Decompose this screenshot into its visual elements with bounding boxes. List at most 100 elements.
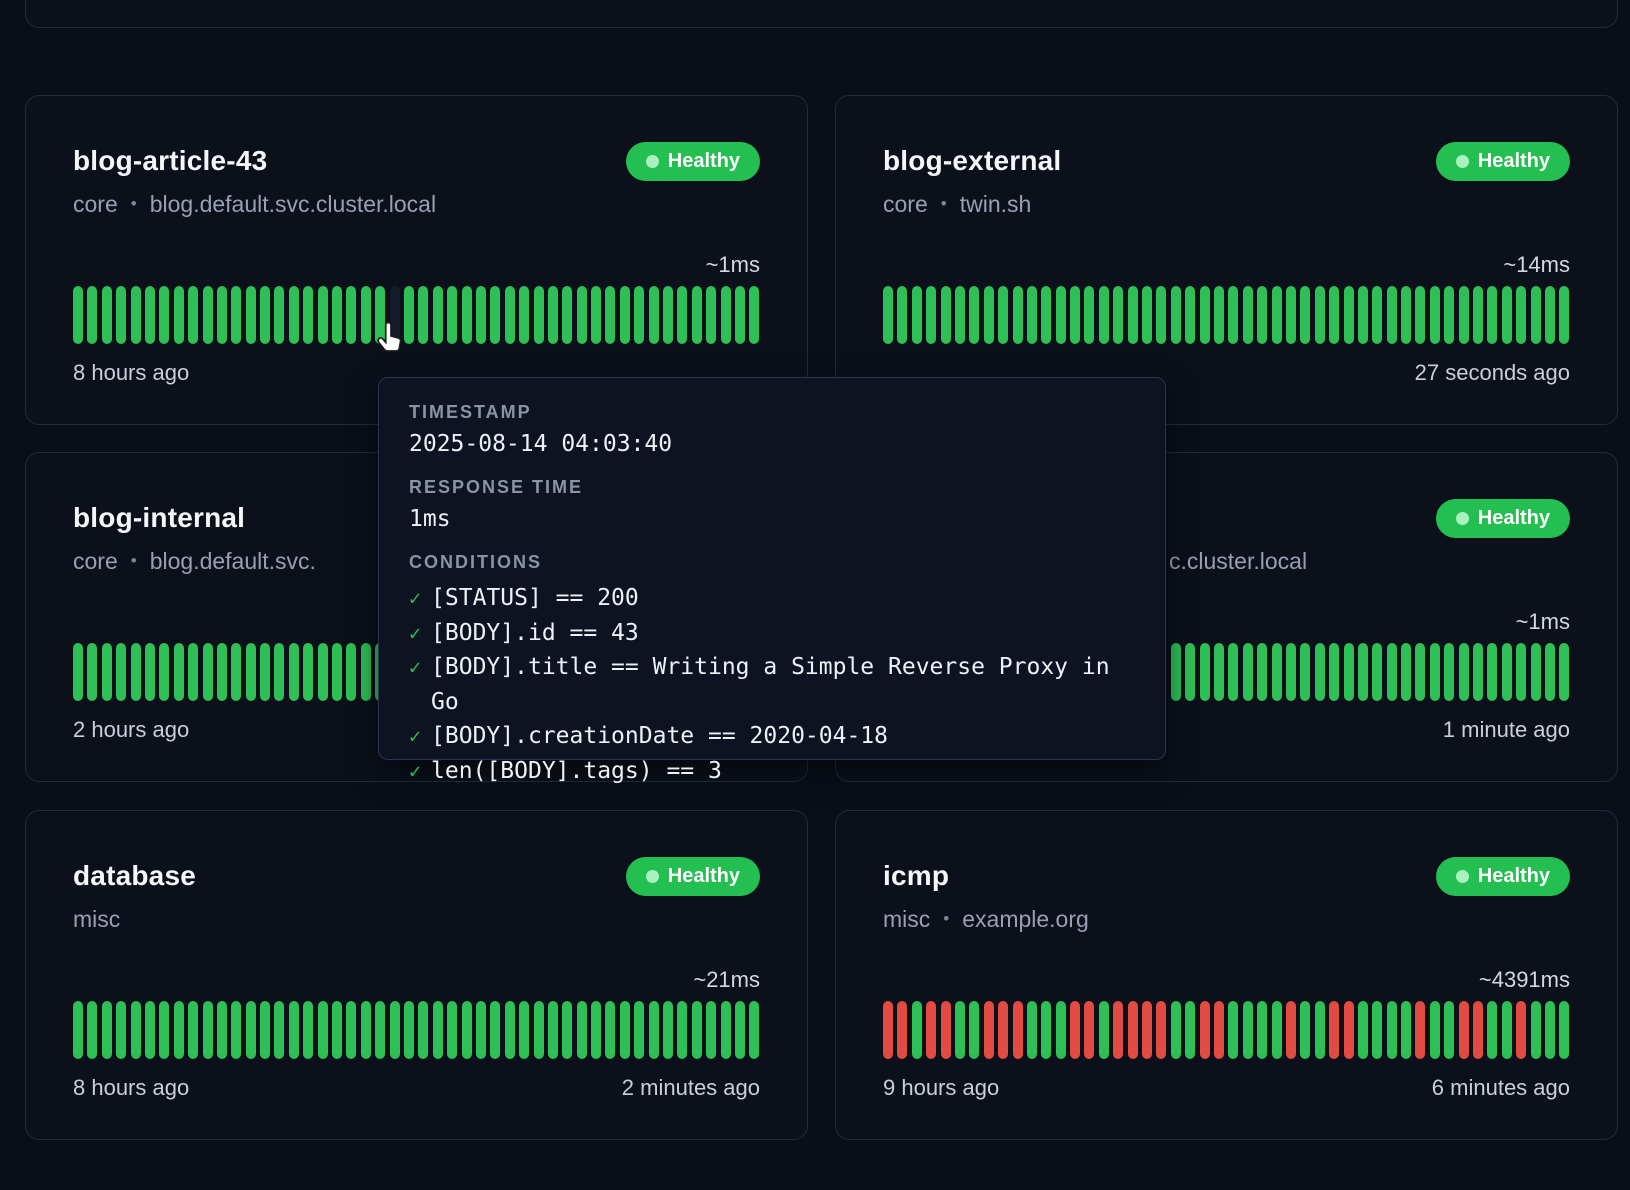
health-bar[interactable] [1286,286,1296,344]
health-bar[interactable] [897,286,907,344]
health-bar[interactable] [332,1001,342,1059]
health-bar[interactable] [174,286,184,344]
health-bar[interactable] [346,286,356,344]
health-bar[interactable] [346,1001,356,1059]
health-bar[interactable] [260,1001,270,1059]
health-bar[interactable] [318,643,328,701]
health-bar[interactable] [1502,643,1512,701]
health-bar[interactable] [1444,1001,1454,1059]
health-bar[interactable] [346,643,356,701]
health-bar[interactable] [1228,1001,1238,1059]
health-bar[interactable] [1473,286,1483,344]
health-bar[interactable] [1531,286,1541,344]
health-bar[interactable] [1243,1001,1253,1059]
health-bar[interactable] [1372,1001,1382,1059]
health-bar[interactable] [883,1001,893,1059]
health-bar[interactable] [289,286,299,344]
health-bar[interactable] [1329,286,1339,344]
health-bar[interactable] [1156,286,1166,344]
health-bar[interactable] [188,643,198,701]
health-bar[interactable] [1387,286,1397,344]
health-bar[interactable] [145,1001,155,1059]
health-bar[interactable] [562,1001,572,1059]
health-bar[interactable] [1171,643,1181,701]
health-bar[interactable] [941,286,951,344]
health-bar[interactable] [318,286,328,344]
health-bar[interactable] [404,1001,414,1059]
health-bar[interactable] [1344,643,1354,701]
health-bar[interactable] [1502,1001,1512,1059]
health-bar[interactable] [188,286,198,344]
service-card-icmp[interactable]: icmp Healthy misc • example.org ~4391ms … [835,810,1618,1140]
health-bar[interactable] [1387,1001,1397,1059]
health-bar[interactable] [203,1001,213,1059]
health-bar[interactable] [984,1001,994,1059]
health-bar[interactable] [1286,643,1296,701]
health-bar[interactable] [926,1001,936,1059]
health-bar[interactable] [102,643,112,701]
health-bar[interactable] [749,286,759,344]
health-bar[interactable] [1128,1001,1138,1059]
health-bar[interactable] [116,643,126,701]
health-bar[interactable] [519,1001,529,1059]
health-bar[interactable] [131,1001,141,1059]
health-bar[interactable] [749,1001,759,1059]
health-bar[interactable] [476,286,486,344]
health-bar[interactable] [926,286,936,344]
health-bar[interactable] [1200,286,1210,344]
health-bar[interactable] [1185,1001,1195,1059]
health-bar[interactable] [332,643,342,701]
health-bar[interactable] [73,643,83,701]
health-bar[interactable] [1545,643,1555,701]
health-bar[interactable] [1358,643,1368,701]
health-bar[interactable] [1415,1001,1425,1059]
health-bar[interactable] [505,1001,515,1059]
health-bar[interactable] [591,1001,601,1059]
service-card-blog-article-43[interactable]: blog-article-43 Healthy core • blog.defa… [25,95,808,425]
health-bar[interactable] [692,286,702,344]
health-bar[interactable] [361,286,371,344]
health-bar[interactable] [1545,1001,1555,1059]
health-bar[interactable] [706,1001,716,1059]
health-bar[interactable] [1185,643,1195,701]
health-bar[interactable] [1329,1001,1339,1059]
health-bar[interactable] [159,1001,169,1059]
health-bar[interactable] [1358,1001,1368,1059]
health-bar[interactable] [1056,1001,1066,1059]
health-bar[interactable] [548,1001,558,1059]
health-bar[interactable] [289,643,299,701]
health-bar[interactable] [246,643,256,701]
health-bar[interactable] [1041,286,1051,344]
health-bar[interactable] [217,286,227,344]
health-bar[interactable] [1128,286,1138,344]
health-bar[interactable] [562,286,572,344]
health-bar[interactable] [73,1001,83,1059]
health-bar[interactable] [897,1001,907,1059]
health-bar[interactable] [1056,286,1066,344]
health-bar[interactable] [217,643,227,701]
health-bar[interactable] [361,643,371,701]
health-bar[interactable] [1084,1001,1094,1059]
health-bar[interactable] [1559,286,1569,344]
health-bar[interactable] [1329,643,1339,701]
health-bar[interactable] [87,1001,97,1059]
health-bar[interactable] [577,286,587,344]
health-bar[interactable] [1084,286,1094,344]
health-bar[interactable] [1113,1001,1123,1059]
health-bar[interactable] [1070,1001,1080,1059]
health-bar[interactable] [1300,643,1310,701]
health-bar[interactable] [591,286,601,344]
health-bar[interactable] [1243,286,1253,344]
health-bar[interactable] [1444,286,1454,344]
health-bar[interactable] [1487,1001,1497,1059]
health-bar[interactable] [1200,1001,1210,1059]
health-bar[interactable] [1156,1001,1166,1059]
service-card-blog-external[interactable]: blog-external Healthy core • twin.sh ~14… [835,95,1618,425]
health-bar[interactable] [174,643,184,701]
health-bar[interactable] [519,286,529,344]
health-bar[interactable] [447,1001,457,1059]
health-bar[interactable] [131,286,141,344]
health-bar[interactable] [1387,643,1397,701]
health-bar[interactable] [1214,286,1224,344]
health-bar[interactable] [246,1001,256,1059]
